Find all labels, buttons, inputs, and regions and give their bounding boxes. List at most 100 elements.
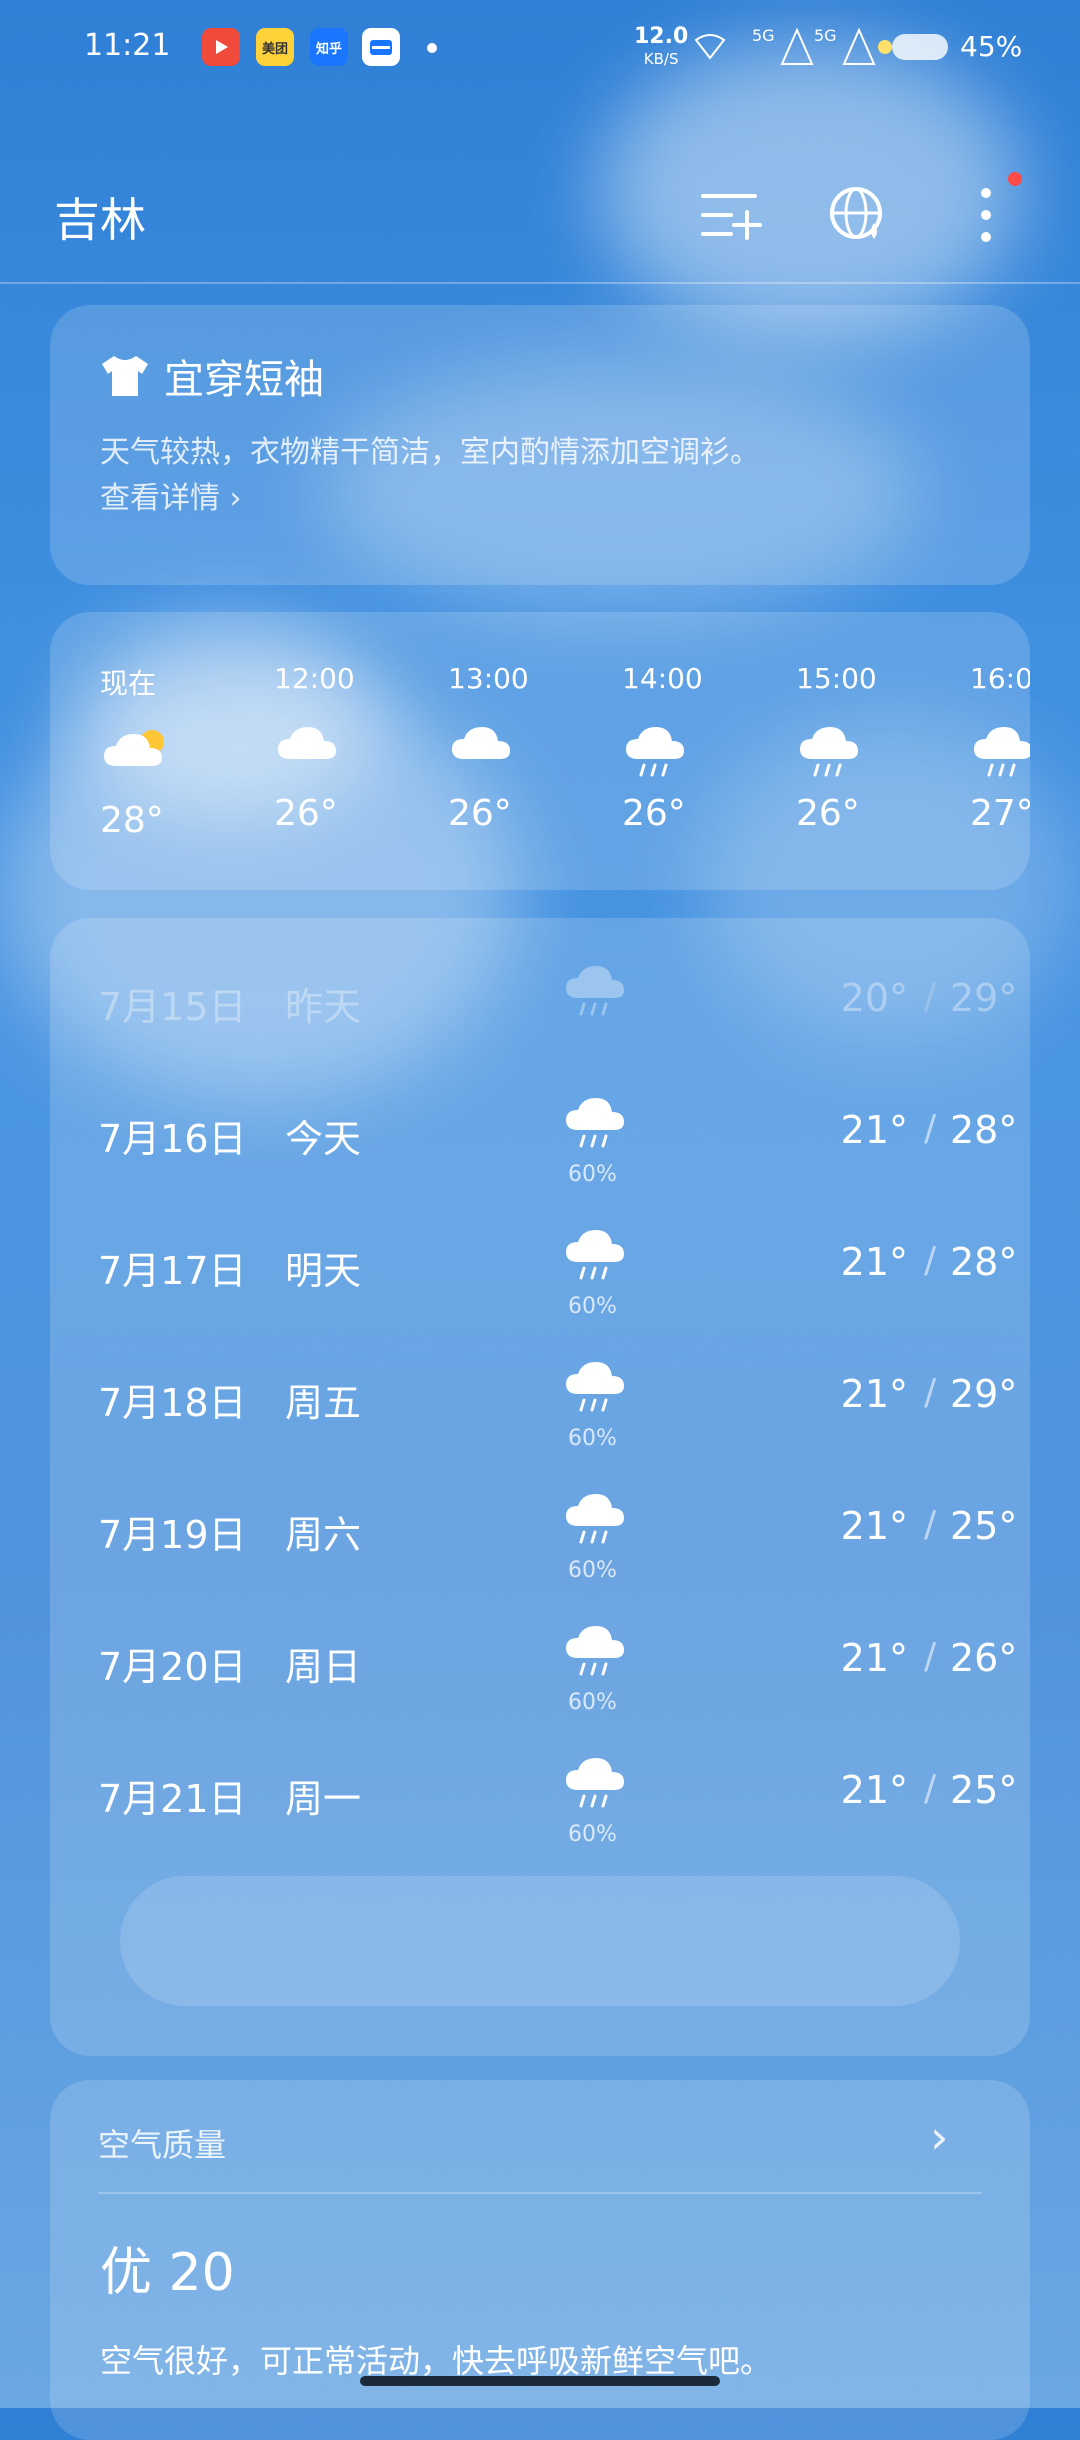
rain-icon	[970, 719, 1030, 777]
cloudy-icon	[448, 719, 518, 771]
more-notifications-dot	[427, 43, 437, 53]
update-badge	[1008, 172, 1022, 186]
signal-bars-icon	[842, 28, 876, 65]
low-temp: 21°	[840, 1108, 908, 1152]
low-temp: 21°	[840, 1372, 908, 1416]
daily-row[interactable]: 7月17日 明天 60% 21° / 28°	[50, 1222, 1030, 1342]
temp-separator: /	[924, 1240, 937, 1281]
day-date: 7月18日	[98, 1381, 247, 1425]
hour-time: 16:00	[970, 662, 1030, 695]
hourly-item[interactable]: 15:00 26°	[796, 662, 936, 834]
hourly-item[interactable]: 现在 28°	[100, 662, 240, 841]
high-temp: 25°	[950, 1768, 1018, 1812]
temp-separator: /	[924, 976, 937, 1017]
video-app-icon	[202, 28, 240, 66]
rain-icon	[562, 1618, 632, 1678]
list-add-icon	[701, 194, 762, 240]
signal-5g-1: 5G	[752, 26, 775, 45]
daily-row[interactable]: 7月18日 周五 60% 21° / 29°	[50, 1354, 1030, 1474]
tshirt-icon	[102, 356, 148, 396]
precip-probability: 60%	[568, 1558, 617, 1583]
rain-icon	[562, 1090, 632, 1150]
partly-cloudy-icon	[100, 726, 170, 778]
hourly-item[interactable]: 12:00 26°	[274, 662, 414, 834]
hour-temp: 26°	[622, 793, 686, 834]
view-details-link[interactable]: 查看详情 ›	[100, 473, 242, 517]
air-quality-divider	[98, 2192, 982, 2194]
day-date: 7月15日	[98, 985, 247, 1029]
day-weekday: 今天	[285, 1117, 362, 1161]
daily-row[interactable]: 7月19日 周六 60% 21° / 25°	[50, 1486, 1030, 1606]
rain-icon	[562, 1486, 632, 1546]
app-header: 吉林	[0, 170, 1080, 280]
rain-icon	[562, 958, 632, 1018]
network-speed: 12.0 KB/S	[634, 24, 689, 69]
high-temp: 28°	[950, 1108, 1018, 1152]
day-date: 7月21日	[98, 1777, 247, 1821]
hour-time: 14:00	[622, 662, 703, 695]
low-temp: 21°	[840, 1768, 908, 1812]
day-date: 7月20日	[98, 1645, 247, 1689]
low-temp: 20°	[840, 976, 908, 1020]
more-options-button[interactable]	[946, 175, 1026, 255]
daily-row[interactable]: 7月21日 周一 60% 21° / 25°	[50, 1750, 1030, 1870]
temp-separator: /	[924, 1504, 937, 1545]
clothing-suggestion-card[interactable]: 宜穿短袖 天气较热，衣物精干简洁，室内酌情添加空调衫。 查看详情 ›	[50, 305, 1030, 585]
air-quality-title: 空气质量	[98, 2126, 227, 2164]
low-temp: 21°	[840, 1504, 908, 1548]
manage-cities-button[interactable]	[692, 175, 772, 255]
day-weekday: 周一	[285, 1777, 362, 1821]
day-weekday: 昨天	[285, 985, 362, 1029]
daily-row[interactable]: 7月16日 今天 60% 21° / 28°	[50, 1090, 1030, 1210]
temp-separator: /	[924, 1636, 937, 1677]
low-temp: 21°	[840, 1240, 908, 1284]
chevron-right-icon[interactable]: ›	[930, 2110, 948, 2164]
clothing-title-row: 宜穿短袖	[98, 347, 324, 405]
day-date: 7月16日	[98, 1117, 247, 1161]
air-quality-card[interactable]: 空气质量 › 优 20 空气很好，可正常活动，快去呼吸新鲜空气吧。	[50, 2080, 1030, 2440]
rain-icon	[796, 719, 866, 777]
daily-forecast-card[interactable]: 7月15日 昨天 20° / 29° 7月16日 今天 60% 21° / 28° 7月17日 明天 60…	[50, 918, 1030, 2056]
rain-icon	[622, 719, 692, 777]
battery-icon	[878, 34, 948, 60]
day-date: 7月19日	[98, 1513, 247, 1557]
hour-temp: 28°	[100, 800, 164, 841]
high-temp: 29°	[950, 976, 1018, 1020]
signal-5g-2: 5G	[814, 26, 837, 45]
home-indicator[interactable]	[360, 2376, 720, 2386]
rain-icon	[562, 1222, 632, 1282]
wallet-app-icon	[362, 28, 400, 66]
day-weekday: 明天	[285, 1249, 362, 1293]
hour-time: 15:00	[796, 662, 877, 695]
city-name[interactable]: 吉林	[54, 184, 146, 250]
hour-temp: 26°	[274, 793, 338, 834]
global-weather-button[interactable]	[818, 175, 898, 255]
rain-icon	[562, 1354, 632, 1414]
temp-separator: /	[924, 1768, 937, 1809]
precip-probability: 60%	[568, 1162, 617, 1187]
hourly-item[interactable]: 16:00 27°	[970, 662, 1030, 834]
zhihu-app-icon: 知乎	[310, 28, 348, 66]
signal-bars-icon	[780, 28, 814, 65]
day-weekday: 周六	[285, 1513, 362, 1557]
hourly-forecast-card[interactable]: 现在 28° 12:00 26° 13:00 26° 14:00 26° 15:00 26° 16:…	[50, 612, 1030, 890]
high-temp: 26°	[950, 1636, 1018, 1680]
rain-icon	[562, 1750, 632, 1810]
wifi-icon	[694, 34, 726, 60]
day-weekday: 周五	[285, 1381, 362, 1425]
cloudy-icon	[274, 719, 344, 771]
battery-percent: 45%	[960, 30, 1023, 63]
header-divider	[0, 282, 1080, 284]
status-time: 11:21	[84, 28, 171, 63]
day-weekday: 周日	[285, 1645, 362, 1689]
high-temp: 25°	[950, 1504, 1018, 1548]
more-days-button[interactable]	[120, 1876, 960, 2006]
hourly-item[interactable]: 14:00 26°	[622, 662, 762, 834]
clothing-title: 宜穿短袖	[164, 357, 324, 403]
hour-temp: 26°	[448, 793, 512, 834]
daily-row[interactable]: 7月20日 周日 60% 21° / 26°	[50, 1618, 1030, 1738]
hourly-item[interactable]: 13:00 26°	[448, 662, 588, 834]
hour-temp: 26°	[796, 793, 860, 834]
precip-probability: 60%	[568, 1294, 617, 1319]
daily-row[interactable]: 7月15日 昨天 20° / 29°	[50, 958, 1030, 1078]
